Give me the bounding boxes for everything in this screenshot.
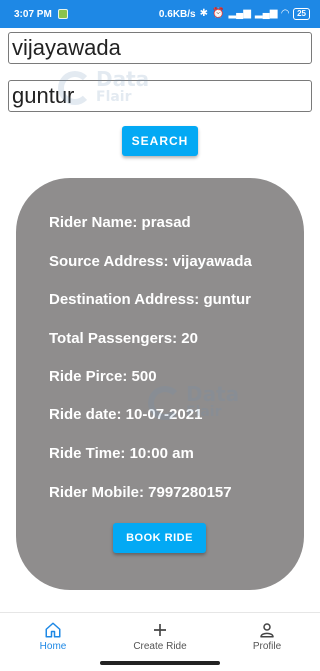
ride-date: Ride date: 10-07-2021 — [49, 406, 203, 423]
wifi-icon: ◠ — [281, 8, 290, 19]
destination-address: Destination Address: guntur — [49, 291, 251, 308]
signal-icon: ▂▄▆ — [228, 8, 251, 19]
source-address: Source Address: vijayawada — [49, 253, 252, 270]
ride-time: Ride Time: 10:00 am — [49, 445, 194, 462]
source-input[interactable]: vijayawada — [8, 32, 312, 64]
alarm-icon: ⏰ — [212, 8, 225, 19]
home-icon — [45, 622, 61, 638]
bluetooth-icon: ✱ — [199, 8, 208, 19]
search-button[interactable]: SEARCH — [122, 126, 198, 156]
person-icon — [260, 623, 274, 638]
battery-indicator: 25 — [293, 8, 310, 20]
app-notification-icon — [57, 9, 68, 19]
total-passengers: Total Passengers: 20 — [49, 330, 198, 347]
nav-label-create-ride: Create Ride — [133, 641, 187, 652]
ride-price: Ride Pirce: 500 — [49, 368, 157, 385]
nav-item-create-ride[interactable]: Create Ride — [115, 613, 205, 660]
nav-label-profile: Profile — [252, 641, 282, 652]
signal-icon-2: ▂▄▆ — [254, 8, 278, 19]
status-bar: 3:07 PM 0.6KB/s ✱ ⏰ ▂▄▆ ▂▄▆ ◠ 25 — [0, 0, 320, 28]
plus-icon — [154, 624, 166, 636]
rider-name: Rider Name: prasad — [49, 214, 191, 231]
destination-input[interactable]: guntur — [8, 80, 312, 112]
status-time: 3:07 PM — [14, 8, 52, 20]
ride-card: Rider Name: prasad Source Address: vijay… — [16, 178, 304, 590]
network-speed: 0.6KB/s — [158, 8, 196, 20]
rider-mobile: Rider Mobile: 7997280157 — [49, 484, 232, 501]
book-ride-button[interactable]: BOOK RIDE — [113, 523, 206, 553]
bottom-navigation: Home Create Ride Profile — [0, 612, 320, 660]
nav-item-home[interactable]: Home — [8, 613, 98, 660]
nav-item-profile[interactable]: Profile — [222, 613, 312, 660]
gesture-bar[interactable] — [100, 661, 220, 665]
nav-label-home: Home — [39, 641, 67, 652]
